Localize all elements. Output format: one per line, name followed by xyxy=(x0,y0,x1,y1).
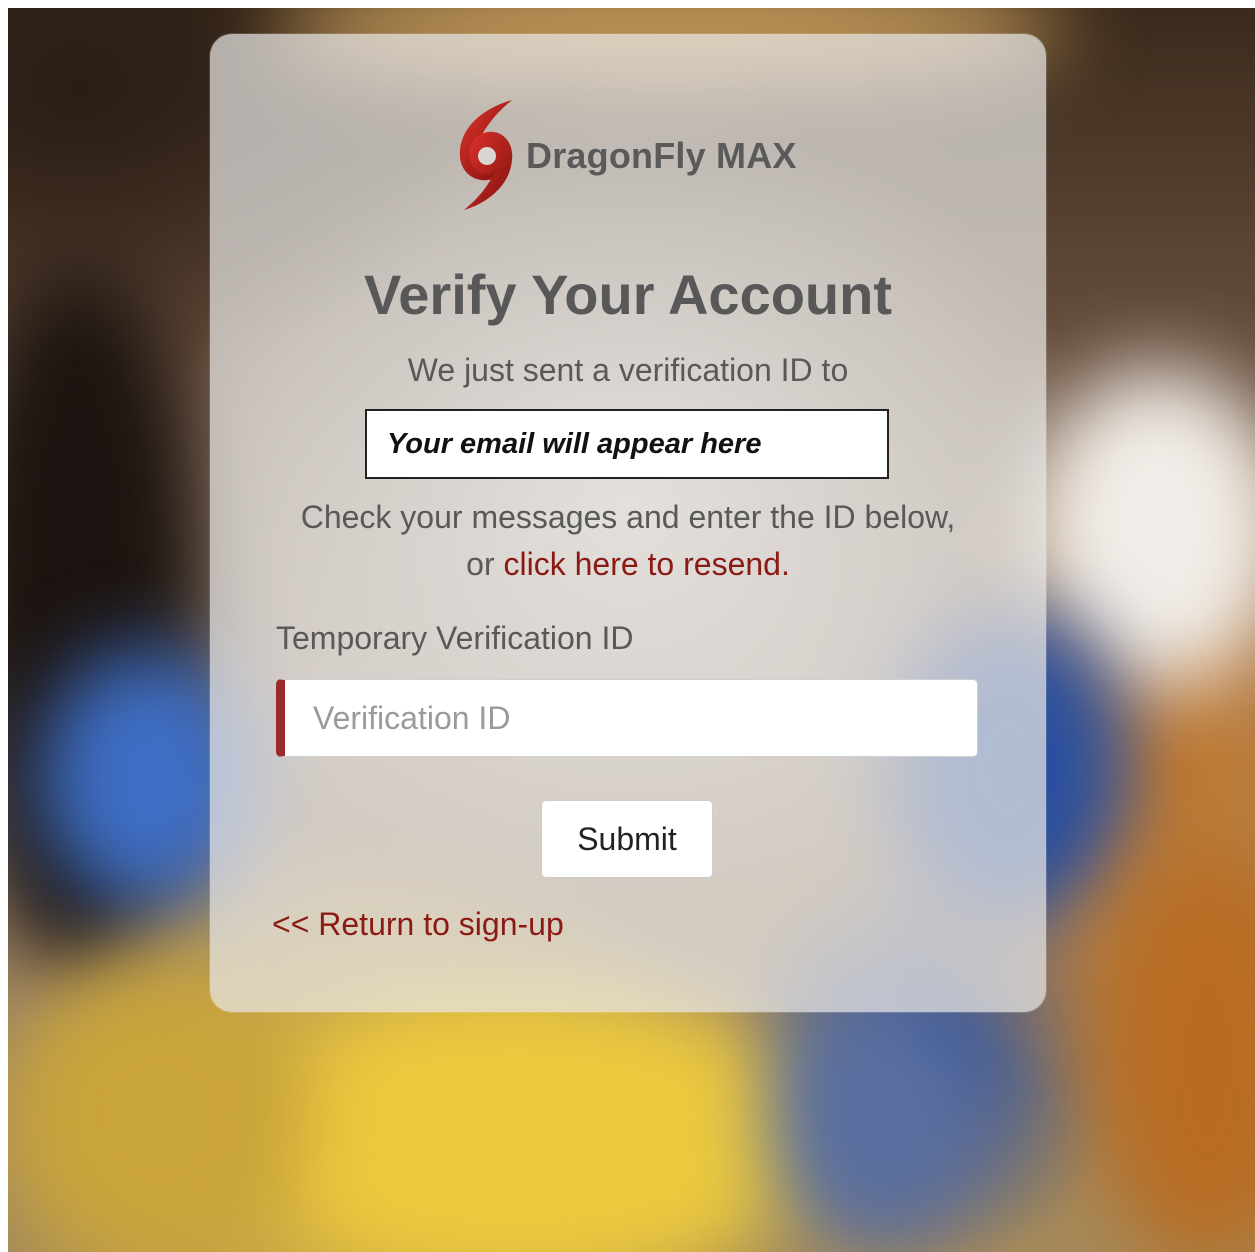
return-to-signup-link[interactable]: << Return to sign-up xyxy=(272,906,564,943)
resend-link[interactable]: click here to resend. xyxy=(503,546,789,582)
email-display-box: Your email will appear here xyxy=(365,409,889,479)
brand-logo: DragonFly MAX xyxy=(450,98,797,214)
sent-message: We just sent a verification ID to xyxy=(407,352,849,388)
verification-id-label: Temporary Verification ID xyxy=(276,620,634,656)
verification-id-field-wrapper[interactable] xyxy=(276,679,978,757)
submit-button[interactable]: Submit xyxy=(541,800,713,878)
verification-id-input[interactable] xyxy=(285,680,977,756)
instructions-text: Check your messages and enter the ID bel… xyxy=(290,494,966,588)
page-title: Verify Your Account xyxy=(364,263,892,326)
verify-card: DragonFly MAX Verify Your Account We jus… xyxy=(210,34,1046,1012)
hurricane-icon xyxy=(459,100,513,210)
page: DragonFly MAX Verify Your Account We jus… xyxy=(8,8,1255,1252)
brand-name: DragonFly MAX xyxy=(526,135,797,176)
email-display-text: Your email will appear here xyxy=(387,427,762,460)
